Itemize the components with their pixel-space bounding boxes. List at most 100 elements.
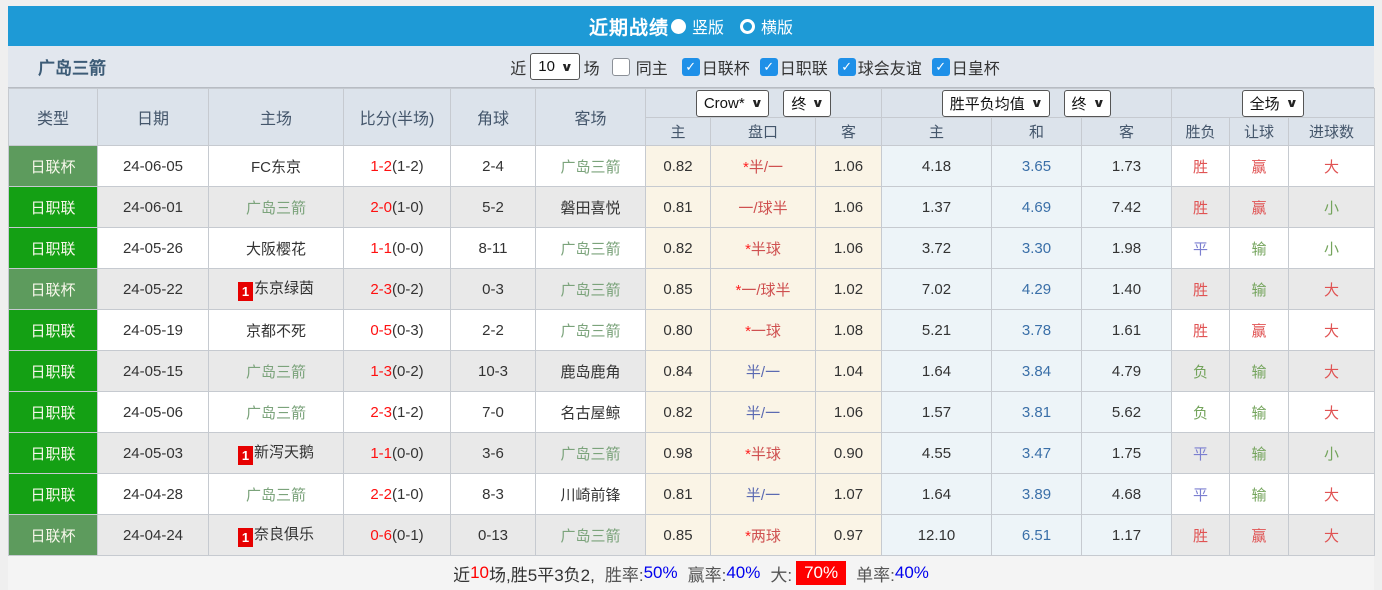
header-odds-handicap: 盘口 (711, 118, 816, 146)
table-row: 日联杯24-05-221东京绿茵2-3(0-2)0-3广岛三箭0.85*一/球半… (9, 269, 1375, 310)
cell-odds-away: 1.06 (816, 187, 882, 228)
cell-odds-away: 1.06 (816, 392, 882, 433)
handicap-text: 两球 (751, 528, 781, 545)
cell-avg-home: 4.55 (882, 433, 992, 474)
cell-date: 24-05-06 (98, 392, 209, 433)
cell-avg-away: 1.17 (1082, 515, 1172, 556)
header-result-wdl: 胜负 (1172, 118, 1230, 146)
header-result-goals: 进球数 (1289, 118, 1375, 146)
cell-corner: 2-2 (451, 310, 536, 351)
cell-home-team: 广岛三箭 (209, 474, 344, 515)
summary-record: 场,胜5平3负2, (489, 561, 595, 586)
cell-avg-away: 1.61 (1082, 310, 1172, 351)
fulltime-score: 2-2 (370, 486, 392, 503)
competition-checkbox-1[interactable]: ✓ (760, 58, 778, 76)
table-row: 日职联24-06-01广岛三箭2-0(1-0)5-2磐田喜悦0.81一/球半1.… (9, 187, 1375, 228)
title-bar: 近期战绩 竖版 横版 (8, 6, 1374, 46)
cell-corner: 10-3 (451, 351, 536, 392)
cell-corner: 5-2 (451, 187, 536, 228)
odds-time-select[interactable]: 终 ∨ (783, 90, 831, 117)
scope-select[interactable]: 全场 ∨ (1242, 90, 1305, 117)
bookmaker-select[interactable]: Crow* ∨ (696, 90, 770, 117)
cell-avg-draw: 3.30 (992, 228, 1082, 269)
cell-result-wdl: 胜 (1172, 187, 1230, 228)
radio-vertical-selected[interactable] (671, 19, 686, 34)
away-team-name: 鹿岛鹿角 (560, 364, 620, 381)
cell-result-wdl: 胜 (1172, 146, 1230, 187)
cell-score: 2-3(0-2) (344, 269, 451, 310)
cell-odds-away: 1.04 (816, 351, 882, 392)
cell-result-goals: 大 (1289, 351, 1375, 392)
cell-odds-home: 0.81 (646, 187, 711, 228)
cell-score: 2-0(1-0) (344, 187, 451, 228)
radio-vertical-label[interactable]: 竖版 (692, 14, 724, 38)
away-team-name: 广岛三箭 (560, 528, 620, 545)
table-row: 日职联24-05-26大阪樱花1-1(0-0)8-11广岛三箭0.82*半球1.… (9, 228, 1375, 269)
cell-odds-away: 1.07 (816, 474, 882, 515)
cell-odds-home: 0.80 (646, 310, 711, 351)
cell-odds-home: 0.82 (646, 392, 711, 433)
cell-odds-away: 0.90 (816, 433, 882, 474)
table-row: 日职联24-05-19京都不死0-5(0-3)2-2广岛三箭0.80*一球1.0… (9, 310, 1375, 351)
cell-avg-home: 4.18 (882, 146, 992, 187)
cell-home-team: 广岛三箭 (209, 351, 344, 392)
cell-avg-draw: 3.84 (992, 351, 1082, 392)
cell-odds-away: 1.08 (816, 310, 882, 351)
competition-checkbox-0[interactable]: ✓ (682, 58, 700, 76)
checkmark-icon: ✓ (763, 59, 774, 75)
competition-checkbox-2[interactable]: ✓ (838, 58, 856, 76)
cell-result-wdl: 平 (1172, 474, 1230, 515)
cell-avg-draw: 6.51 (992, 515, 1082, 556)
rank-badge: 1 (238, 528, 253, 547)
halftime-score: (0-0) (392, 445, 424, 462)
cell-score: 0-6(0-1) (344, 515, 451, 556)
odd-rate-label: 单率: (856, 561, 895, 586)
same-home-checkbox[interactable]: ✓ (612, 58, 630, 76)
cell-result-wdl: 胜 (1172, 515, 1230, 556)
cell-handicap: 一/球半 (711, 187, 816, 228)
recent-count-select[interactable]: 10 ∨ (530, 53, 579, 80)
cell-result-goals: 大 (1289, 269, 1375, 310)
cell-competition: 日职联 (9, 433, 98, 474)
handicap-rate-value: 40% (726, 563, 760, 583)
radio-horizontal-label[interactable]: 横版 (761, 14, 793, 38)
cell-result-handicap: 输 (1230, 474, 1289, 515)
handicap-rate-label: 赢率: (688, 561, 727, 586)
halftime-score: (1-2) (392, 404, 424, 421)
cell-odds-away: 1.02 (816, 269, 882, 310)
halftime-score: (1-0) (392, 199, 424, 216)
big-rate-label: 大: (770, 561, 792, 586)
cell-result-goals: 大 (1289, 392, 1375, 433)
cell-result-goals: 大 (1289, 515, 1375, 556)
home-team-name: 广岛三箭 (246, 200, 306, 217)
cell-odds-home: 0.82 (646, 228, 711, 269)
cell-avg-draw: 3.81 (992, 392, 1082, 433)
chevron-down-icon: ∨ (812, 96, 825, 110)
cell-result-goals: 小 (1289, 433, 1375, 474)
cell-date: 24-05-03 (98, 433, 209, 474)
header-avg-home: 主 (882, 118, 992, 146)
cell-result-handicap: 赢 (1230, 146, 1289, 187)
avg-time-select[interactable]: 终 ∨ (1064, 90, 1112, 117)
cell-handicap: *一球 (711, 310, 816, 351)
cell-result-wdl: 负 (1172, 392, 1230, 433)
checkmark-icon: ✓ (841, 59, 852, 75)
cell-home-team: 大阪樱花 (209, 228, 344, 269)
filter-bar: 广岛三箭 近 10 ∨ 场 ✓ 同主 ✓ 日联杯 ✓ 日职联 ✓ 球会友谊 ✓ … (8, 46, 1374, 88)
cell-result-handicap: 赢 (1230, 310, 1289, 351)
cell-odds-home: 0.81 (646, 474, 711, 515)
home-team-name: 大阪樱花 (246, 241, 306, 258)
cell-date: 24-05-19 (98, 310, 209, 351)
competition-checkbox-3[interactable]: ✓ (932, 58, 950, 76)
avg-type-select[interactable]: 胜平负均值 ∨ (942, 90, 1050, 117)
competition-label-3: 日皇杯 (952, 55, 1000, 79)
cell-avg-home: 7.02 (882, 269, 992, 310)
handicap-text: 半球 (751, 241, 781, 258)
team-name: 广岛三箭 (38, 54, 106, 79)
avg-time-value: 终 (1072, 93, 1087, 114)
cell-result-handicap: 赢 (1230, 187, 1289, 228)
cell-away-team: 广岛三箭 (536, 310, 646, 351)
radio-horizontal[interactable] (740, 19, 755, 34)
away-team-name: 广岛三箭 (560, 282, 620, 299)
home-team-name: 广岛三箭 (246, 487, 306, 504)
